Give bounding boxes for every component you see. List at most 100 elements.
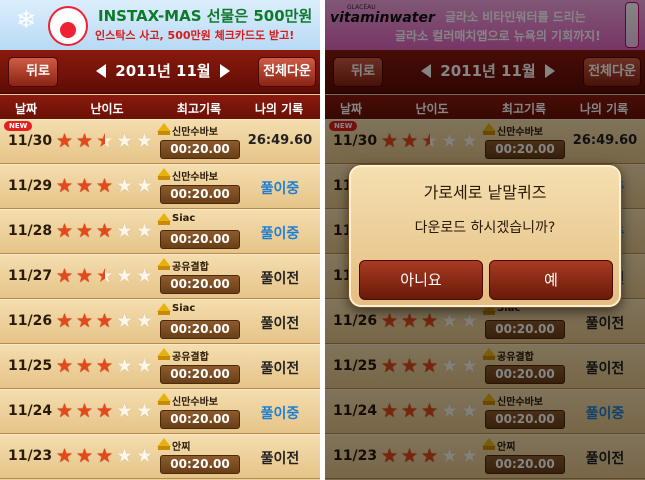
crown-icon: [157, 168, 171, 180]
crown-icon: [157, 393, 171, 405]
crown-icon: [157, 213, 171, 225]
snowflake-icon: ❄: [16, 6, 37, 34]
row-date: 11/27: [8, 268, 53, 284]
row-date: 11/23: [8, 448, 53, 464]
star-icon: ★: [76, 445, 94, 467]
difficulty-stars: ★★★★★: [56, 445, 156, 467]
crown-icon: [157, 258, 171, 270]
puzzle-row[interactable]: 11/26 ★ ★ ★ ★ ★ Siac 00:20.00 풀이전: [0, 299, 320, 344]
ad-banner[interactable]: ❄ INSTAX-MAS 선물은 500만원 인스탁스 사고, 500만원 체크…: [0, 0, 320, 50]
best-time: 00:20.00: [160, 185, 240, 204]
star-icon: ★: [136, 265, 154, 287]
star-icon: ★: [136, 220, 154, 242]
star-icon: ★: [96, 132, 113, 151]
best-time: 00:20.00: [160, 365, 240, 384]
ad-headline: INSTAX-MAS 선물은 500만원: [98, 7, 313, 25]
star-icon: ★: [136, 175, 154, 197]
difficulty-stars: ★★★★★: [56, 265, 156, 287]
my-record: 풀이중: [260, 181, 300, 197]
dialog-message: 다운로드 하시겠습니까?: [414, 220, 556, 236]
difficulty-stars: ★★★★★: [56, 175, 156, 197]
star-icon: ★: [116, 310, 134, 332]
best-time: 00:20.00: [160, 140, 240, 159]
difficulty-stars: ★★★★★: [56, 220, 156, 242]
star-icon: ★: [116, 220, 134, 242]
puzzle-row[interactable]: 11/29★★★★★신만수바보00:20.00풀이중: [0, 164, 320, 209]
column-difficulty: 난이도: [90, 102, 124, 116]
best-time: 00:20.00: [160, 455, 240, 474]
best-player-name: Siac: [172, 303, 196, 314]
column-header: 날짜 난이도 최고기록 나의 기록: [0, 95, 320, 119]
puzzle-row[interactable]: 11/28★★★★★ Siac 00:20.00 풀이중: [0, 209, 320, 254]
column-best: 최고기록: [176, 102, 222, 116]
next-month-icon[interactable]: [220, 64, 230, 78]
best-time: 00:20.00: [160, 275, 240, 294]
difficulty-stars: ★★★★★: [56, 400, 156, 422]
ad-subline: 인스탁스 사고, 500만원 체크카드도 받고!: [95, 29, 295, 42]
best-player-name: Siac: [172, 213, 196, 224]
puzzle-row[interactable]: NEW11/30★★★★★신만수바보00:20.0026:49.60: [0, 119, 320, 164]
star-icon: ★: [76, 175, 94, 197]
row-date: 11/26: [8, 313, 53, 329]
star-icon: ★: [96, 175, 114, 197]
star-icon: ★: [76, 130, 94, 152]
row-date: 11/25: [8, 358, 53, 374]
star-icon: ★: [56, 310, 74, 332]
crown-icon: [157, 123, 171, 135]
best-time: 00:20.00: [160, 230, 240, 249]
dialog-yes-button[interactable]: 예: [489, 260, 613, 300]
best-player-name: 공유결합: [172, 352, 209, 363]
star-icon: ★: [76, 220, 94, 242]
best-player-name: 신만수바보: [172, 172, 218, 183]
star-icon: ★: [116, 175, 134, 197]
difficulty-stars: ★★★★★: [56, 310, 156, 332]
star-icon: ★: [76, 265, 94, 287]
crown-icon: [157, 348, 171, 360]
puzzle-row[interactable]: 11/23 ★ ★ ★ ★ ★ 안찌 00:20.00 풀이전: [0, 434, 320, 479]
best-player-name: 공유결합: [172, 262, 209, 273]
star-icon: ★: [56, 355, 74, 377]
prev-month-icon[interactable]: [96, 64, 106, 78]
puzzle-row[interactable]: 11/25 ★ ★ ★ ★ ★ 공유결합 00:20.00 풀이전: [0, 344, 320, 389]
row-date: 11/28: [8, 223, 53, 239]
download-dialog: 가로세로 낱말퀴즈 다운로드 하시겠습니까? 아니요 예: [349, 165, 621, 307]
star-icon: ★: [136, 310, 154, 332]
star-icon: ★: [96, 310, 114, 332]
row-date: 11/29: [8, 178, 53, 194]
star-icon: ★: [116, 265, 134, 287]
dialog-title: 가로세로 낱말퀴즈: [423, 183, 547, 202]
my-record: 풀이전: [260, 361, 300, 377]
my-record: 풀이중: [260, 226, 300, 242]
mascot-icon: [48, 6, 88, 46]
star-icon: ★: [116, 355, 134, 377]
best-player-name: 신만수바보: [172, 127, 218, 138]
star-icon: ★: [56, 175, 74, 197]
month-selector: 2011년 11월: [96, 62, 230, 82]
difficulty-stars: ★★★★★: [56, 130, 156, 152]
star-icon: ★: [136, 355, 154, 377]
my-record: 풀이전: [260, 271, 300, 287]
star-icon: ★: [56, 265, 74, 287]
puzzle-list: NEW11/30★★★★★신만수바보00:20.0026:49.6011/29★…: [0, 119, 320, 480]
column-mine: 나의 기록: [254, 102, 304, 116]
row-date: 11/24: [8, 403, 53, 419]
my-record: 풀이전: [260, 316, 300, 332]
puzzle-row[interactable]: 11/27★★★★★공유결합00:20.00풀이전: [0, 254, 320, 299]
back-button[interactable]: 뒤로: [8, 57, 58, 87]
star-icon: ★: [116, 445, 134, 467]
star-icon: ★: [56, 445, 74, 467]
best-time: 00:20.00: [160, 410, 240, 429]
star-icon: ★: [76, 310, 94, 332]
best-time: 00:20.00: [160, 320, 240, 339]
star-icon: ★: [96, 267, 113, 286]
star-icon: ★: [136, 130, 154, 152]
puzzle-row[interactable]: 11/24 ★ ★ ★ ★ ★ 신만수바보 00:20.00 풀이중: [0, 389, 320, 434]
star-icon: ★: [56, 400, 74, 422]
nav-bar: 뒤로 2011년 11월 전체다운: [0, 50, 320, 94]
star-icon: ★: [96, 445, 114, 467]
star-icon: ★: [136, 400, 154, 422]
dialog-no-button[interactable]: 아니요: [359, 260, 483, 300]
star-icon: ★: [116, 130, 134, 152]
star-icon: ★: [136, 445, 154, 467]
download-all-button[interactable]: 전체다운: [258, 57, 316, 87]
